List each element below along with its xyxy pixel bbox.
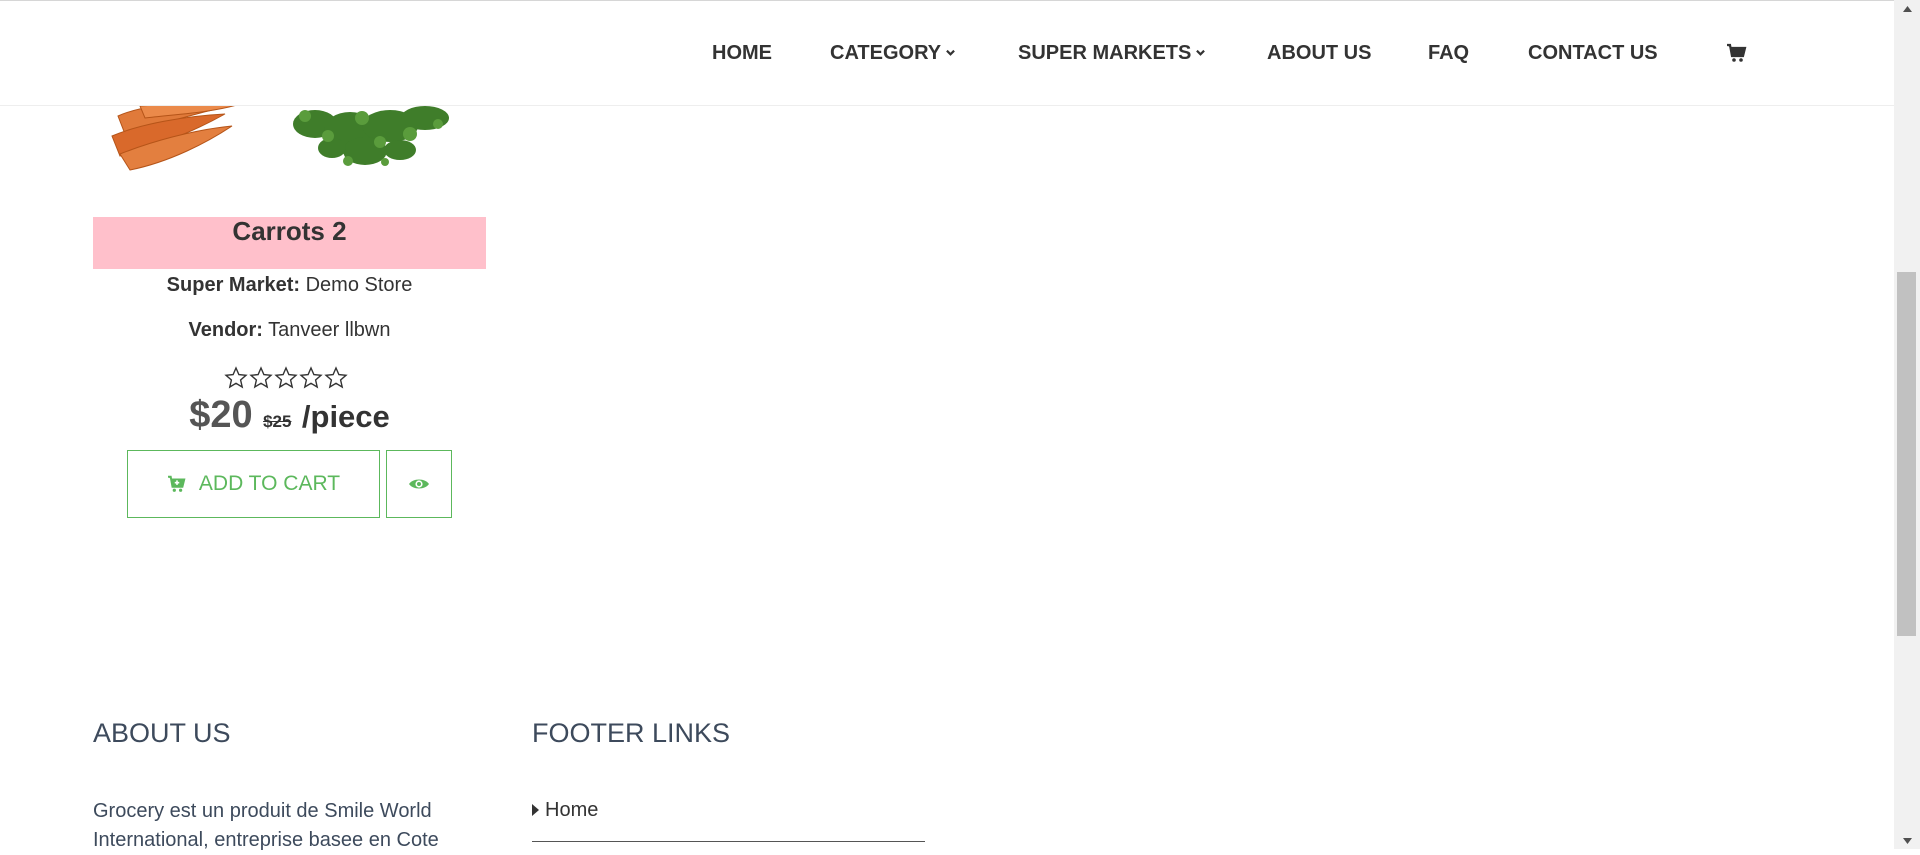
footer-link-label: Home [545, 799, 599, 821]
cart-plus-icon [167, 475, 186, 492]
add-to-cart-button[interactable]: ADD TO CART [127, 450, 380, 518]
quick-view-button[interactable] [386, 450, 452, 518]
star-icon [324, 366, 348, 389]
footer-about-heading: ABOUT US [93, 718, 231, 748]
product-price: $20 $25 /piece [93, 394, 486, 437]
footer-about-text: Grocery est un produit de Smile World In… [93, 800, 439, 851]
nav-faq[interactable]: FAQ [1428, 41, 1469, 65]
vendor-label: Vendor: [188, 319, 263, 341]
shopping-cart-icon[interactable] [1726, 43, 1748, 63]
footer-link-divider [532, 841, 925, 842]
chevron-down-icon [1196, 49, 1206, 56]
carrots-image [111, 106, 449, 171]
price-old: $25 [263, 412, 292, 431]
nav-contact-us[interactable]: CONTACT US [1528, 41, 1658, 65]
nav-contact-us-label: CONTACT US [1528, 42, 1658, 64]
nav-about-us[interactable]: ABOUT US [1267, 41, 1371, 65]
nav-about-us-label: ABOUT US [1267, 42, 1372, 64]
site-header: HOME CATEGORY SUPER MARKETS ABOUT US FAQ… [0, 0, 1894, 106]
price-unit: /piece [301, 399, 390, 434]
chevron-down-icon [946, 49, 955, 56]
add-to-cart-label: ADD TO CART [198, 472, 341, 495]
caret-right-icon [532, 804, 539, 816]
nav-home[interactable]: HOME [712, 41, 772, 65]
star-icon [274, 366, 298, 389]
star-icon [224, 366, 248, 389]
super-market-label: Super Market: [166, 274, 301, 296]
scrollbar-thumb[interactable] [1897, 272, 1916, 636]
super-market-value[interactable]: Demo Store [306, 274, 413, 296]
product-rating [224, 366, 348, 392]
product-image[interactable] [100, 106, 480, 172]
footer-link-home[interactable]: Home [532, 798, 598, 822]
nav-super-markets-label: SUPER MARKETS [1018, 42, 1192, 64]
product-vendor: Vendor: Tanveer llbwn [93, 318, 486, 342]
nav-super-markets[interactable]: SUPER MARKETS [1018, 41, 1206, 65]
main-nav: HOME CATEGORY SUPER MARKETS ABOUT US FAQ… [0, 1, 1894, 105]
star-icon [299, 366, 323, 389]
page-scrollbar[interactable] [1894, 0, 1920, 849]
nav-category-label: CATEGORY [830, 42, 942, 64]
product-title[interactable]: Carrots 2 [93, 216, 486, 246]
footer-links-heading: FOOTER LINKS [532, 718, 731, 748]
star-icon [249, 366, 273, 389]
nav-faq-label: FAQ [1428, 42, 1470, 64]
vendor-value[interactable]: Tanveer llbwn [268, 319, 390, 341]
scroll-up-arrow-icon[interactable] [1894, 0, 1920, 17]
price-current: $20 [189, 394, 253, 436]
eye-icon [409, 479, 429, 489]
product-super-market: Super Market: Demo Store [93, 273, 486, 297]
nav-category[interactable]: CATEGORY [830, 41, 955, 65]
nav-home-label: HOME [712, 42, 772, 64]
scroll-down-arrow-icon[interactable] [1894, 832, 1920, 849]
